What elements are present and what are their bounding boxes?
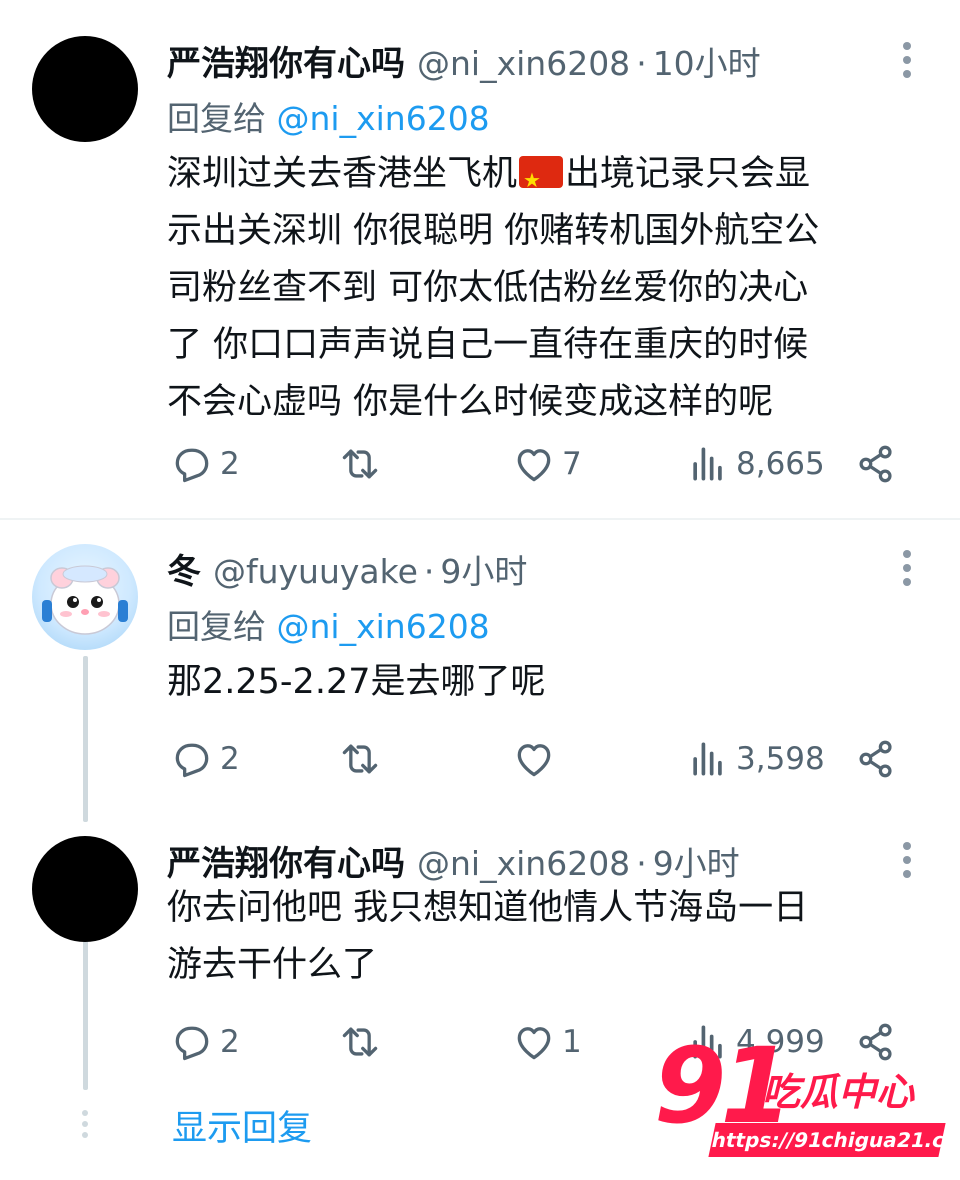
- avatar[interactable]: [32, 36, 138, 142]
- reply-icon: [175, 743, 209, 778]
- text-line: 那2.25-2.27是去哪了呢: [167, 662, 546, 702]
- like-button[interactable]: [512, 737, 562, 781]
- share-button[interactable]: [854, 442, 898, 486]
- hamster-avatar-image: [42, 565, 128, 635]
- more-icon[interactable]: [898, 842, 916, 884]
- reply-button[interactable]: 2: [170, 737, 240, 781]
- view-count: 3,598: [736, 741, 825, 777]
- text-line: 游去干什么了: [167, 945, 378, 985]
- tweet-divider: [0, 518, 960, 520]
- action-bar: 2 3,598: [170, 737, 900, 781]
- share-button[interactable]: [854, 737, 898, 781]
- view-count: 8,665: [736, 446, 825, 482]
- like-count: 7: [562, 446, 582, 482]
- reply-count: 2: [220, 1024, 240, 1060]
- tweet-text: 深圳过关去香港坐飞机出境记录只会显 示出关深圳 你很聪明 你赌转机国外航空公 司…: [167, 146, 917, 431]
- china-flag-icon: [519, 152, 564, 209]
- reply-icon: [175, 448, 209, 483]
- display-name[interactable]: 冬: [167, 544, 201, 593]
- timestamp[interactable]: 9小时: [653, 837, 740, 885]
- like-count: 1: [562, 1024, 582, 1060]
- text-line: 你去问他吧 我只想知道他情人节海岛一日: [167, 888, 809, 928]
- views-button[interactable]: 8,665: [686, 442, 825, 486]
- timestamp[interactable]: 9小时: [440, 545, 527, 593]
- user-handle[interactable]: @ni_xin6208: [417, 44, 630, 83]
- heart-icon: [517, 744, 551, 777]
- action-bar: 2 7 8,665: [170, 442, 900, 486]
- show-replies-link[interactable]: 显示回复: [172, 1100, 312, 1151]
- share-icon: [859, 740, 892, 778]
- text-line: 司粉丝查不到 可你太低估粉丝爱你的决心: [167, 268, 809, 308]
- more-icon[interactable]: [898, 550, 916, 592]
- reply-count: 2: [220, 741, 240, 777]
- text-line: 示出关深圳 你很聪明 你赌转机国外航空公: [167, 211, 820, 251]
- watermark-logo: 91 吃瓜中心 https://91chigua21.com: [654, 1030, 960, 1180]
- views-icon: [693, 447, 722, 481]
- separator-dot: ·: [423, 552, 435, 591]
- retweet-icon: [342, 744, 378, 774]
- retweet-button[interactable]: [338, 442, 388, 486]
- reply-count: 2: [220, 446, 240, 482]
- thread-connector: [83, 656, 88, 822]
- tweet-header: 严浩翔你有心吗 @ni_xin6208 · 9小时: [167, 836, 740, 885]
- separator-dot: ·: [636, 844, 647, 883]
- thread-more-dots: [80, 1110, 90, 1143]
- retweet-icon: [342, 1027, 378, 1057]
- tweet-header: 严浩翔你有心吗 @ni_xin6208 · 10小时: [167, 36, 761, 85]
- retweet-button[interactable]: [338, 1020, 388, 1064]
- avatar[interactable]: [32, 836, 138, 942]
- reply-prefix: 回复给: [167, 607, 266, 646]
- reply-context: 回复给 @ni_xin6208: [167, 92, 490, 140]
- reply-prefix: 回复给: [167, 99, 266, 138]
- watermark-title: 吃瓜中心: [762, 1070, 915, 1114]
- tweet-text: 你去问他吧 我只想知道他情人节海岛一日 游去干什么了: [167, 880, 917, 994]
- text-line: 深圳过关去香港坐飞机出境记录只会显: [167, 146, 917, 209]
- reply-button[interactable]: 2: [170, 442, 240, 486]
- text-line: 不会心虚吗 你是什么时候变成这样的呢: [167, 382, 774, 422]
- like-button[interactable]: 7: [512, 442, 582, 486]
- user-handle[interactable]: @ni_xin6208: [417, 844, 630, 883]
- watermark-url: https://91chigua21.com: [708, 1123, 960, 1157]
- share-icon: [859, 445, 892, 483]
- user-handle[interactable]: @fuyuuyake: [213, 552, 418, 591]
- retweet-button[interactable]: [338, 737, 388, 781]
- text-line: 了 你口口声声说自己一直待在重庆的时候: [167, 325, 809, 365]
- reply-button[interactable]: 2: [170, 1020, 240, 1064]
- tweet-header: 冬 @fuyuuyake · 9小时: [167, 544, 527, 593]
- more-icon[interactable]: [898, 42, 916, 84]
- timestamp[interactable]: 10小时: [653, 37, 761, 85]
- heart-icon: [517, 1027, 551, 1060]
- avatar[interactable]: [32, 544, 138, 650]
- views-icon: [693, 742, 722, 776]
- views-button[interactable]: 3,598: [686, 737, 825, 781]
- retweet-icon: [342, 449, 378, 479]
- tweet-text: 那2.25-2.27是去哪了呢: [167, 654, 917, 711]
- display-name[interactable]: 严浩翔你有心吗: [167, 36, 405, 85]
- reply-handle-link[interactable]: @ni_xin6208: [277, 99, 490, 138]
- thread-connector: [83, 940, 88, 1090]
- reply-icon: [175, 1026, 209, 1061]
- reply-handle-link[interactable]: @ni_xin6208: [277, 607, 490, 646]
- display-name[interactable]: 严浩翔你有心吗: [167, 836, 405, 885]
- reply-context: 回复给 @ni_xin6208: [167, 600, 490, 648]
- heart-icon: [517, 449, 551, 482]
- like-button[interactable]: 1: [512, 1020, 582, 1064]
- separator-dot: ·: [636, 44, 647, 83]
